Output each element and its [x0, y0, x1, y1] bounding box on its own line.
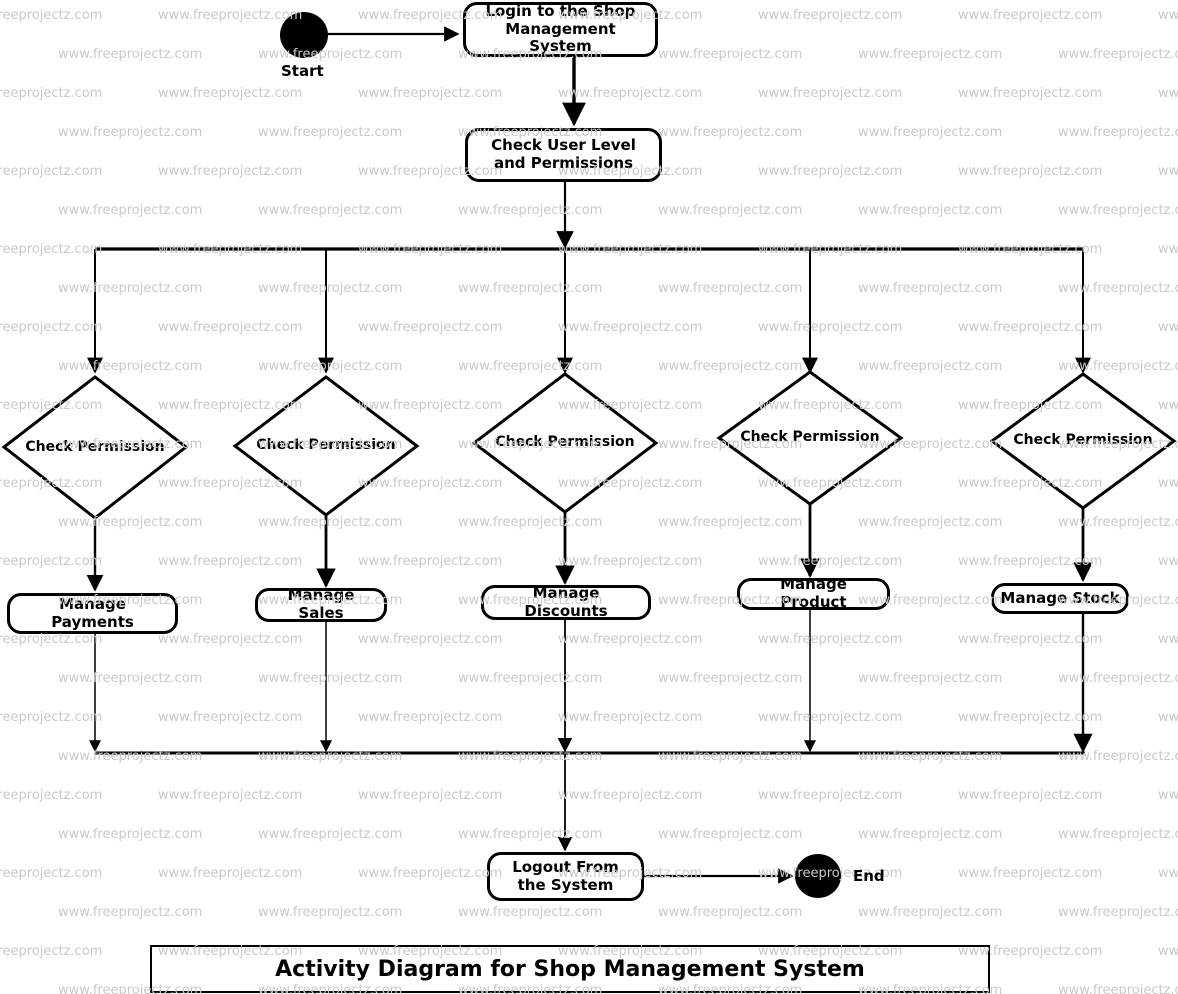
activity-manage-sales-label: Manage Sales	[287, 586, 355, 622]
start-label: Start	[281, 62, 324, 80]
activity-logout[interactable]: Logout From the System	[487, 852, 644, 901]
diagram-title-bar: Activity Diagram for Shop Management Sys…	[150, 945, 990, 993]
activity-manage-product[interactable]: Manage Product	[737, 575, 890, 611]
diagram-title: Activity Diagram for Shop Management Sys…	[275, 956, 865, 982]
decision-check-permission-4[interactable]: Check Permission	[716, 370, 904, 506]
start-node	[280, 12, 328, 58]
activity-manage-payments[interactable]: Manage Payments	[7, 593, 178, 634]
activity-manage-payments-label: Manage Payments	[51, 594, 134, 631]
activity-manage-discounts[interactable]: Manage Discounts	[481, 583, 651, 620]
decision-label-3: Check Permission	[495, 434, 635, 451]
end-node	[795, 854, 841, 898]
decision-label-4: Check Permission	[740, 429, 880, 446]
decision-label-1: Check Permission	[25, 438, 165, 455]
activity-manage-sales[interactable]: Manage Sales	[255, 586, 387, 622]
decision-label-5: Check Permission	[1013, 432, 1153, 449]
decision-check-permission-1[interactable]: Check Permission	[1, 375, 189, 520]
activity-manage-discounts-label: Manage Discounts	[524, 583, 608, 620]
decision-check-permission-2[interactable]: Check Permission	[232, 375, 420, 517]
activity-diagram-canvas: www.freeprojectz.comwww.freeprojectz.com…	[0, 0, 1178, 994]
decision-label-2: Check Permission	[256, 437, 396, 454]
activity-check-user-level[interactable]: Check User Level and Permissions	[465, 128, 662, 182]
activity-logout-label: Logout From the System	[512, 857, 619, 894]
decision-check-permission-3[interactable]: Check Permission	[471, 372, 659, 514]
activity-manage-stock-label: Manage Stock	[1000, 588, 1120, 607]
activity-manage-stock[interactable]: Manage Stock	[991, 583, 1129, 614]
activity-check-user-level-label: Check User Level and Permissions	[491, 136, 636, 172]
end-label: End	[853, 867, 885, 885]
activity-manage-product-label: Manage Product	[780, 575, 847, 611]
activity-login-label: Login to the Shop Management System	[485, 1, 636, 56]
decision-check-permission-5[interactable]: Check Permission	[989, 372, 1177, 510]
activity-login[interactable]: Login to the Shop Management System	[463, 2, 658, 57]
